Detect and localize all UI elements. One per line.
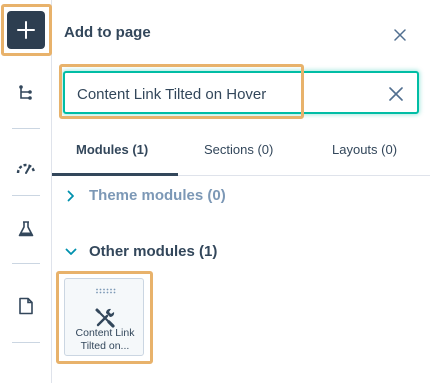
group-label: Other modules (1) — [89, 243, 218, 260]
chevron-right-icon — [64, 189, 78, 203]
tab-bar: Modules (1) Sections (0) Layouts (0) — [52, 130, 430, 176]
panel-title: Add to page — [64, 24, 151, 41]
add-button[interactable] — [7, 11, 45, 49]
rail-divider — [12, 195, 40, 196]
close-button[interactable] — [390, 25, 410, 45]
test-button[interactable] — [0, 212, 52, 246]
module-card[interactable]: Content Link Tilted on... — [64, 278, 144, 356]
tab-modules[interactable]: Modules (1) — [76, 142, 148, 157]
close-icon — [394, 29, 406, 41]
group-label: Theme modules (0) — [89, 187, 226, 204]
drag-handle-icon — [96, 288, 116, 294]
plus-icon — [17, 21, 35, 39]
speedometer-icon — [16, 163, 36, 174]
rail-divider — [12, 128, 40, 129]
rail-divider — [12, 342, 40, 343]
group-theme-modules[interactable]: Theme modules (0) — [64, 187, 226, 204]
search-box — [63, 71, 419, 114]
active-tab-indicator — [52, 173, 178, 176]
structure-tree-button[interactable] — [0, 76, 52, 110]
page-icon — [19, 297, 33, 315]
tab-sections[interactable]: Sections (0) — [204, 142, 273, 157]
chevron-down-icon — [64, 245, 78, 259]
search-input[interactable] — [77, 84, 377, 104]
module-card-label: Content Link Tilted on... — [75, 327, 135, 352]
tab-layouts[interactable]: Layouts (0) — [332, 142, 397, 157]
flask-icon — [18, 221, 34, 237]
rail-divider — [12, 263, 40, 264]
add-to-page-panel: Add to page Modules (1) Sections (0) Lay… — [52, 0, 430, 383]
page-settings-button[interactable] — [0, 289, 52, 323]
left-rail — [0, 0, 52, 383]
wrench-screwdriver-icon — [95, 308, 115, 328]
group-other-modules[interactable]: Other modules (1) — [64, 243, 217, 260]
structure-tree-icon — [19, 85, 32, 100]
performance-button[interactable] — [0, 151, 52, 185]
clear-x-icon — [389, 87, 403, 101]
clear-search-button[interactable] — [385, 83, 407, 105]
